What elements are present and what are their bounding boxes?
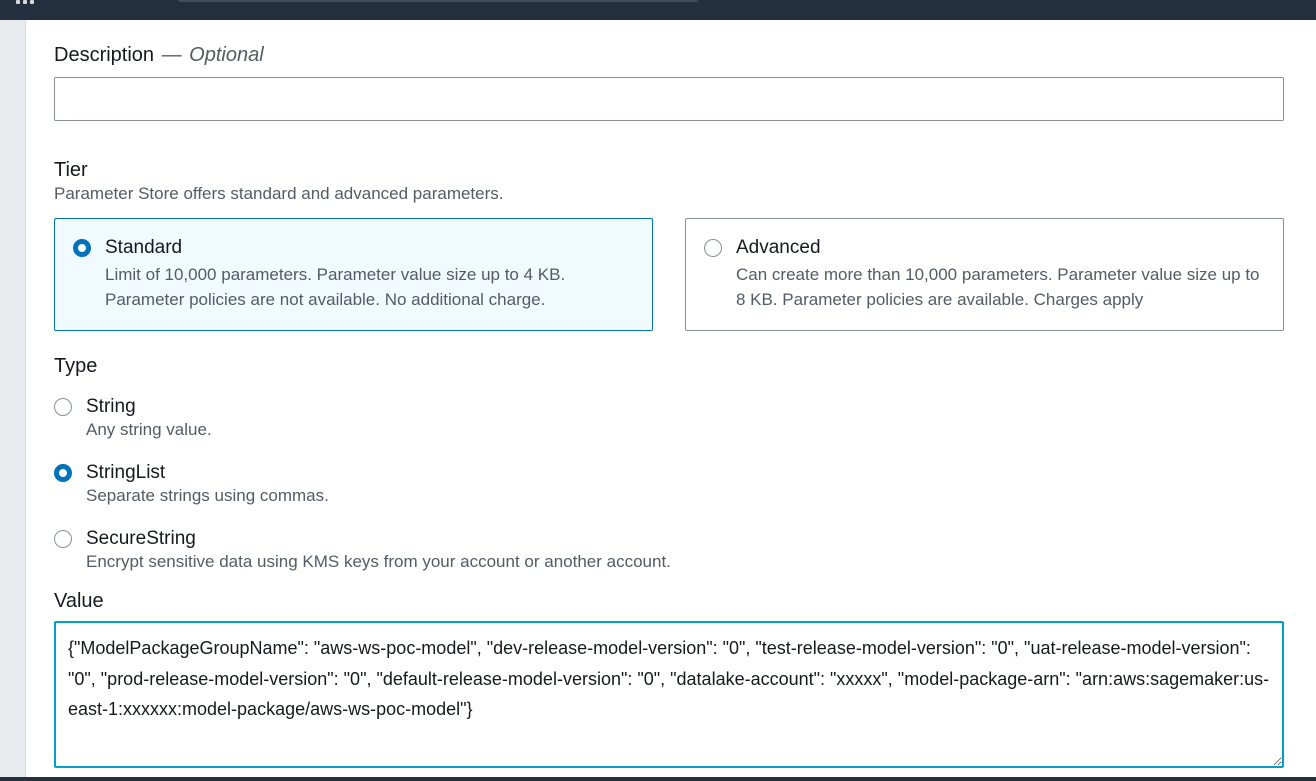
- radio-icon: [704, 239, 722, 257]
- type-option-stringlist[interactable]: StringList Separate strings using commas…: [54, 456, 1284, 522]
- left-gutter: [0, 20, 26, 777]
- tier-option-standard[interactable]: Standard Limit of 10,000 parameters. Par…: [54, 218, 653, 331]
- value-textarea[interactable]: [54, 621, 1284, 767]
- type-option-securestring[interactable]: SecureString Encrypt sensitive data usin…: [54, 522, 1284, 588]
- radio-icon: [54, 464, 72, 482]
- form-content: Description — Optional Tier Parameter St…: [26, 20, 1316, 777]
- description-input[interactable]: [54, 77, 1284, 121]
- type-label: Type: [54, 355, 1284, 378]
- radio-icon: [54, 398, 72, 416]
- type-securestring-desc: Encrypt sensitive data using KMS keys fr…: [86, 552, 671, 572]
- description-optional: Optional: [189, 44, 264, 66]
- description-label: Description — Optional: [54, 44, 1284, 67]
- type-string-desc: Any string value.: [86, 420, 212, 440]
- type-options: String Any string value. StringList Sepa…: [54, 390, 1284, 588]
- tier-option-advanced[interactable]: Advanced Can create more than 10,000 par…: [685, 218, 1284, 331]
- tier-standard-title: Standard: [105, 237, 632, 259]
- radio-icon: [54, 530, 72, 548]
- tier-advanced-title: Advanced: [736, 237, 1263, 259]
- tier-label: Tier: [54, 159, 1284, 182]
- top-nav-bar: [0, 0, 1316, 20]
- type-stringlist-title: StringList: [86, 462, 329, 484]
- radio-icon: [73, 239, 91, 257]
- services-menu-icon[interactable]: [16, 0, 34, 4]
- type-securestring-title: SecureString: [86, 528, 671, 550]
- tier-advanced-desc: Can create more than 10,000 parameters. …: [736, 263, 1263, 312]
- tier-options: Standard Limit of 10,000 parameters. Par…: [54, 218, 1284, 331]
- tier-sublabel: Parameter Store offers standard and adva…: [54, 184, 1284, 204]
- type-stringlist-desc: Separate strings using commas.: [86, 486, 329, 506]
- value-label: Value: [54, 590, 1284, 613]
- dash: —: [162, 44, 182, 66]
- tier-standard-desc: Limit of 10,000 parameters. Parameter va…: [105, 263, 632, 312]
- global-search-input[interactable]: [178, 0, 698, 2]
- type-string-title: String: [86, 396, 212, 418]
- bottom-bar: [0, 777, 1316, 781]
- description-label-text: Description: [54, 44, 154, 66]
- type-option-string[interactable]: String Any string value.: [54, 390, 1284, 456]
- global-search-wrap: [178, 0, 698, 2]
